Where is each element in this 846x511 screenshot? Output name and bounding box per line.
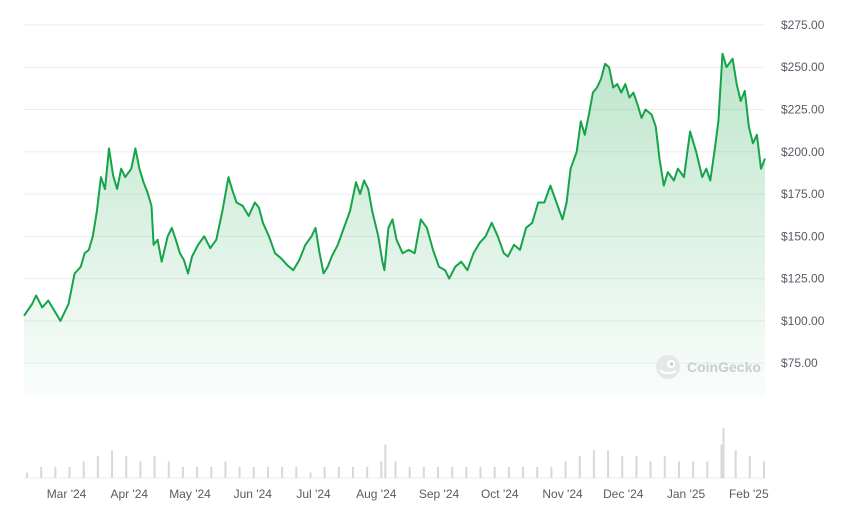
y-tick-label: $250.00 — [781, 60, 825, 74]
volume-bar — [82, 461, 85, 478]
y-tick-label: $100.00 — [781, 314, 825, 328]
x-axis-ticks: Mar '24 Apr '24 May '24 Jun '24 Jul '24 Aug '… — [47, 487, 769, 501]
volume-bar — [181, 466, 184, 478]
volume-bar — [323, 466, 326, 478]
volume-bar — [125, 455, 128, 478]
volume-bar — [578, 455, 581, 478]
volume-bar — [649, 461, 652, 478]
volume-bar — [720, 444, 723, 478]
y-tick-label: $200.00 — [781, 145, 825, 159]
volume-bar — [507, 466, 510, 478]
volume-bar — [309, 472, 312, 478]
y-axis-ticks: $75.00 $100.00 $125.00 $150.00 $175.00 $200.0… — [781, 18, 825, 370]
x-tick-label: Apr '24 — [110, 487, 148, 501]
x-tick-label: Mar '24 — [47, 487, 87, 501]
y-tick-label: $125.00 — [781, 272, 825, 286]
volume-bar — [26, 472, 29, 478]
volume-bar — [266, 466, 269, 478]
volume-bar — [366, 466, 369, 478]
y-tick-label: $225.00 — [781, 102, 825, 116]
volume-bar — [139, 461, 142, 478]
volume-bar — [536, 466, 539, 478]
volume-bar — [394, 461, 397, 478]
volume-bar — [635, 455, 638, 478]
volume-bar — [692, 461, 695, 478]
x-tick-label: Oct '24 — [481, 487, 519, 501]
volume-bar — [111, 450, 114, 478]
volume-bar — [734, 450, 737, 478]
volume-bar — [295, 466, 298, 478]
y-tick-label: $175.00 — [781, 187, 825, 201]
y-tick-label: $275.00 — [781, 18, 825, 32]
volume-bar — [437, 466, 440, 478]
volume-bar — [592, 450, 595, 478]
coingecko-logo-icon — [656, 355, 680, 379]
volume-bar — [351, 466, 354, 478]
volume-bar — [252, 466, 255, 478]
volume-bar — [607, 450, 610, 478]
volume-bar — [465, 466, 468, 478]
x-tick-label: Nov '24 — [542, 487, 583, 501]
volume-bar — [380, 461, 383, 478]
volume-bar — [281, 466, 284, 478]
volume-bar — [238, 466, 241, 478]
volume-bar — [167, 461, 170, 478]
volume-bar — [493, 466, 496, 478]
volume-bar — [748, 455, 751, 478]
volume-bar — [722, 428, 725, 478]
volume-bar — [564, 461, 567, 478]
x-tick-label: Aug '24 — [356, 487, 397, 501]
watermark-label: CoinGecko — [687, 359, 761, 375]
volume-bar — [224, 461, 227, 478]
volume-bar — [522, 466, 525, 478]
volume-bar — [384, 444, 387, 478]
volume-bar — [479, 466, 482, 478]
volume-bar — [68, 466, 71, 478]
price-chart[interactable]: $75.00 $100.00 $125.00 $150.00 $175.00 $200.0… — [0, 0, 846, 511]
volume-bar — [96, 455, 99, 478]
volume-bar — [663, 455, 666, 478]
volume-bar — [621, 455, 624, 478]
x-tick-label: May '24 — [169, 487, 211, 501]
volume-bars — [26, 428, 765, 478]
y-tick-label: $150.00 — [781, 229, 825, 243]
volume-bar — [706, 461, 709, 478]
y-tick-label: $75.00 — [781, 356, 818, 370]
volume-bar — [762, 461, 765, 478]
x-tick-label: Jan '25 — [667, 487, 706, 501]
volume-bar — [422, 466, 425, 478]
volume-bar — [408, 466, 411, 478]
volume-bar — [153, 455, 156, 478]
x-tick-label: Jun '24 — [234, 487, 273, 501]
volume-bar — [550, 466, 553, 478]
x-tick-label: Dec '24 — [603, 487, 644, 501]
x-tick-label: Sep '24 — [419, 487, 460, 501]
volume-bar — [677, 461, 680, 478]
volume-bar — [210, 466, 213, 478]
volume-bar — [54, 466, 57, 478]
x-tick-label: Jul '24 — [296, 487, 331, 501]
volume-bar — [337, 466, 340, 478]
volume-bar — [196, 466, 199, 478]
volume-bar — [451, 466, 454, 478]
x-tick-label: Feb '25 — [729, 487, 769, 501]
volume-bar — [40, 466, 43, 478]
